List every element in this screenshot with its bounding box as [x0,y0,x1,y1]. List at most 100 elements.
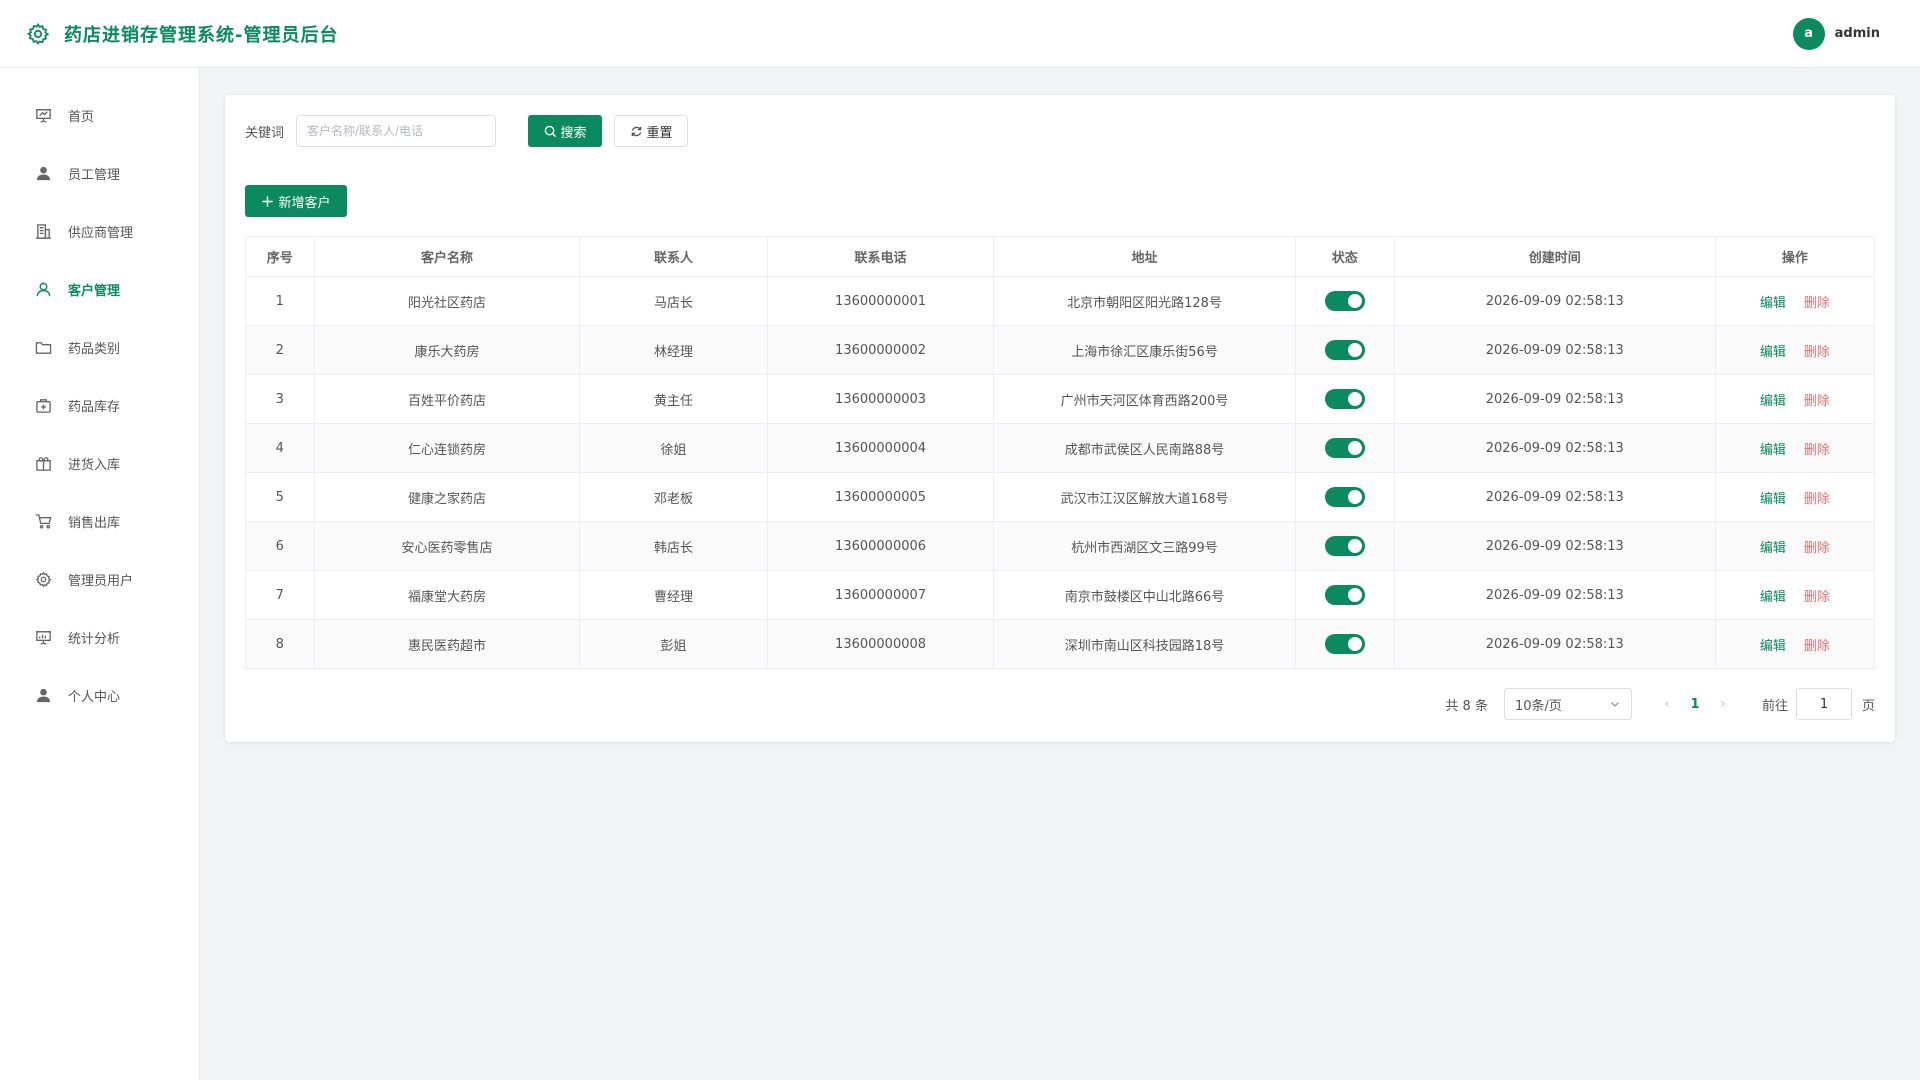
keyword-label: 关键词 [245,125,285,141]
column-header: 序号 [245,236,315,277]
cell-name: 康乐大药房 [313,325,581,375]
delete-button[interactable]: 删除 [1804,492,1830,507]
cell-phone: 13600000007 [766,570,995,620]
edit-button[interactable]: 编辑 [1760,639,1786,654]
table-row: 7 福康堂大药房 曹经理 13600000007 南京市鼓楼区中山北路66号 2… [245,570,1876,620]
cell-phone: 13600000003 [766,374,995,424]
username[interactable]: admin [1835,26,1880,41]
cell-no: 1 [245,276,315,326]
sidebar-item-purchase[interactable]: 进货入库 [0,434,199,492]
reset-button[interactable]: 重置 [614,115,689,147]
delete-button[interactable]: 删除 [1804,590,1830,605]
column-header: 状态 [1294,236,1395,277]
status-switch[interactable] [1324,340,1365,360]
cell-actions: 编辑 删除 [1714,619,1876,669]
keyword-input[interactable] [296,115,497,147]
cell-no: 8 [245,619,315,669]
search-button[interactable]: 搜索 [528,115,603,147]
edit-button[interactable]: 编辑 [1760,541,1786,556]
cell-no: 6 [245,521,315,571]
cell-status [1294,423,1395,473]
gear-icon [26,22,50,45]
table-row: 3 百姓平价药店 黄主任 13600000003 广州市天河区体育西路200号 … [245,374,1876,424]
status-switch[interactable] [1324,389,1365,409]
plus-icon [262,195,274,207]
refresh-icon [631,126,641,136]
delete-button[interactable]: 删除 [1804,443,1830,458]
cell-status [1294,325,1395,375]
edit-button[interactable]: 编辑 [1760,590,1786,605]
cell-actions: 编辑 删除 [1714,276,1876,326]
status-switch[interactable] [1324,438,1365,458]
delete-button[interactable]: 删除 [1804,394,1830,409]
table-row: 8 惠民医药超市 彭姐 13600000008 深圳市南山区科技园路18号 20… [245,619,1876,669]
reset-button-label: 重置 [646,125,673,141]
add-customer-label: 新增客户 [278,195,331,211]
user-filled-icon [34,686,52,704]
sidebar-item-suppliers[interactable]: 供应商管理 [0,202,199,260]
cell-name: 安心医药零售店 [313,521,581,571]
sidebar-item-customers[interactable]: 客户管理 [0,260,199,318]
cell-created: 2026-09-09 02:58:13 [1393,619,1716,669]
page-number-current[interactable]: 1 [1680,697,1710,712]
next-page-button[interactable]: › [1710,696,1736,712]
add-customer-button[interactable]: 新增客户 [245,185,347,217]
column-header: 客户名称 [313,236,581,277]
sidebar-item-home[interactable]: 首页 [0,86,199,144]
edit-button[interactable]: 编辑 [1760,345,1786,360]
delete-button[interactable]: 删除 [1804,345,1830,360]
delete-button[interactable]: 删除 [1804,296,1830,311]
avatar[interactable]: a [1792,17,1825,50]
cell-phone: 13600000002 [766,325,995,375]
table-row: 4 仁心连锁药房 徐姐 13600000004 成都市武侯区人民南路88号 20… [245,423,1876,473]
cell-status [1294,472,1395,522]
sidebar-item-label: 销售出库 [68,515,121,531]
status-switch[interactable] [1324,585,1365,605]
page-size-select[interactable]: 10条/页 [1503,688,1632,720]
filter-bar: 关键词 搜索 重置 [245,115,689,147]
cell-status [1294,374,1395,424]
column-header: 联系人 [579,236,768,277]
cell-contact: 徐姐 [579,423,768,473]
sidebar-item-label: 供应商管理 [68,225,134,241]
cell-created: 2026-09-09 02:58:13 [1393,325,1716,375]
sidebar-item-categories[interactable]: 药品类别 [0,318,199,376]
table-row: 5 健康之家药店 邓老板 13600000005 武汉市江汉区解放大道168号 … [245,472,1876,522]
status-switch[interactable] [1324,291,1365,311]
sidebar-item-statistics[interactable]: 统计分析 [0,608,199,666]
status-switch[interactable] [1324,487,1365,507]
status-switch[interactable] [1324,536,1365,556]
column-header: 联系电话 [766,236,995,277]
sidebar-item-sales[interactable]: 销售出库 [0,492,199,550]
cell-address: 南京市鼓楼区中山北路66号 [993,570,1296,620]
edit-button[interactable]: 编辑 [1760,296,1786,311]
goto-label: 前往 [1761,698,1788,714]
edit-button[interactable]: 编辑 [1760,394,1786,409]
prev-page-button[interactable]: ‹ [1654,696,1680,712]
status-switch[interactable] [1324,634,1365,654]
user-menu[interactable]: a admin [1792,17,1880,50]
data-board-icon [34,628,52,646]
cell-created: 2026-09-09 02:58:13 [1393,423,1716,473]
app-title: 药店进销存管理系统-管理员后台 [64,24,339,46]
sidebar-item-inventory[interactable]: 药品库存 [0,376,199,434]
goto-page-input[interactable] [1795,688,1852,720]
table-row: 2 康乐大药房 林经理 13600000002 上海市徐汇区康乐街56号 202… [245,325,1876,375]
sidebar-item-admin-users[interactable]: 管理员用户 [0,550,199,608]
edit-button[interactable]: 编辑 [1760,443,1786,458]
cell-created: 2026-09-09 02:58:13 [1393,570,1716,620]
sidebar-item-employees[interactable]: 员工管理 [0,144,199,202]
sidebar-item-label: 统计分析 [68,631,121,647]
first-aid-kit-icon [34,396,52,414]
table-row: 6 安心医药零售店 韩店长 13600000006 杭州市西湖区文三路99号 2… [245,521,1876,571]
sidebar-item-label: 客户管理 [68,283,121,299]
cell-address: 杭州市西湖区文三路99号 [993,521,1296,571]
sidebar-item-profile[interactable]: 个人中心 [0,666,199,724]
cell-status [1294,521,1395,571]
delete-button[interactable]: 删除 [1804,639,1830,654]
edit-button[interactable]: 编辑 [1760,492,1786,507]
cell-status [1294,570,1395,620]
sidebar-item-label: 个人中心 [68,689,121,705]
search-icon [544,125,556,137]
delete-button[interactable]: 删除 [1804,541,1830,556]
